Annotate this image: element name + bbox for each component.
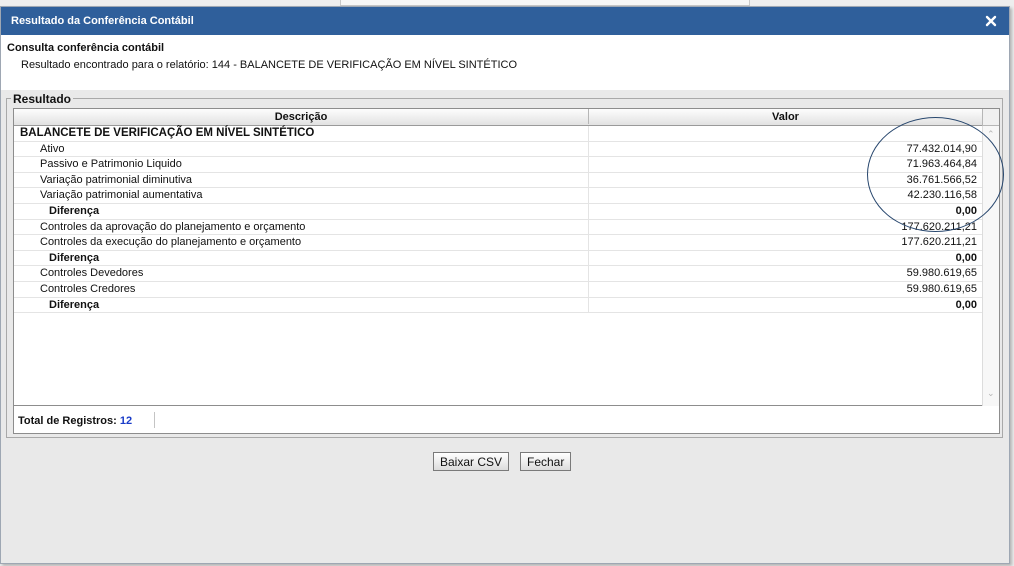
row-value: 42.230.116,58 (907, 189, 977, 202)
row-description: Diferença (49, 251, 100, 264)
close-icon[interactable] (983, 13, 999, 29)
result-grid: Descrição Valor ⌃ ⌄ BALANCETE DE VERIFIC… (13, 108, 1000, 434)
grid-footer: Total de Registros: 12 (14, 405, 982, 433)
table-row[interactable]: Controles da execução do planejamento e … (14, 235, 982, 251)
table-row[interactable]: BALANCETE DE VERIFICAÇÃO EM NÍVEL SINTÉT… (14, 126, 982, 142)
row-value: 59.980.619,65 (906, 267, 977, 280)
row-value: 59.980.619,65 (906, 282, 977, 295)
row-description: Diferença (49, 298, 100, 311)
footer-divider (154, 412, 155, 428)
result-fieldset: Resultado Descrição Valor ⌃ ⌄ BALANCETE … (6, 92, 1003, 438)
scroll-corner (982, 109, 999, 126)
table-row[interactable]: Variação patrimonial diminutiva 36.761.5… (14, 172, 982, 189)
row-description: Controles da execução do planejamento e … (40, 236, 302, 249)
row-description: Variação patrimonial diminutiva (40, 173, 193, 186)
row-description: Passivo e Patrimonio Liquido (40, 158, 182, 171)
row-description: Controles Devedores (40, 267, 144, 280)
total-records-count: 12 (119, 415, 133, 427)
row-description: Controles Credores (40, 282, 136, 295)
report-info-text: Resultado encontrado para o relatório: 1… (21, 59, 518, 71)
table-row[interactable]: Controles Credores 59.980.619,65 (14, 281, 982, 298)
dialog-titlebar: Resultado da Conferência Contábil (1, 7, 1009, 35)
scroll-up-icon[interactable]: ⌃ (987, 129, 995, 140)
row-description: BALANCETE DE VERIFICAÇÃO EM NÍVEL SINTÉT… (20, 127, 315, 139)
row-value: 0,00 (955, 204, 977, 217)
row-value: 71.963.464,84 (906, 158, 977, 171)
row-value: 0,00 (955, 251, 977, 264)
close-button[interactable]: Fechar (520, 452, 572, 471)
row-value: 177.620.211,21 (901, 236, 977, 249)
table-row[interactable]: Controles Devedores 59.980.619,65 (14, 266, 982, 282)
download-csv-button[interactable]: Baixar CSV (433, 452, 510, 471)
table-row[interactable]: Ativo 77.432.014,90 (14, 141, 982, 158)
row-value: 77.432.014,90 (906, 142, 977, 155)
grid-rows: BALANCETE DE VERIFICAÇÃO EM NÍVEL SINTÉT… (14, 126, 982, 314)
result-legend: Resultado (11, 92, 74, 106)
row-value: 0,00 (955, 298, 977, 311)
column-header-descricao[interactable]: Descrição (14, 111, 588, 123)
table-row[interactable]: Passivo e Patrimonio Liquido 71.963.464,… (14, 157, 982, 173)
table-row[interactable]: Diferença 0,00 (14, 250, 982, 267)
dialog-title: Resultado da Conferência Contábil (11, 15, 194, 27)
table-row[interactable]: Variação patrimonial aumentativa 42.230.… (14, 188, 982, 204)
row-description: Variação patrimonial aumentativa (40, 189, 203, 202)
row-description: Ativo (40, 142, 65, 155)
query-info-panel: Consulta conferência contábil Resultado … (1, 35, 1009, 90)
row-value: 177.620.211,21 (901, 220, 977, 233)
table-row[interactable]: Controles da aprovação do planejamento e… (14, 219, 982, 236)
result-dialog: Resultado da Conferência Contábil Consul… (0, 6, 1010, 564)
panel-subtitle: Consulta conferência contábil (7, 42, 165, 54)
scroll-down-icon[interactable]: ⌄ (987, 388, 995, 399)
total-records-label: Total de Registros: 12 (18, 415, 133, 427)
grid-vertical-scrollbar[interactable]: ⌃ ⌄ (982, 126, 999, 406)
table-row[interactable]: Diferença 0,00 (14, 203, 982, 220)
column-header-valor[interactable]: Valor (588, 109, 982, 124)
table-row[interactable]: Diferença 0,00 (14, 297, 982, 314)
row-description: Controles da aprovação do planejamento e… (40, 220, 306, 233)
grid-header: Descrição Valor (14, 109, 982, 126)
row-value: 36.761.566,52 (906, 173, 977, 186)
row-description: Diferença (49, 204, 100, 217)
